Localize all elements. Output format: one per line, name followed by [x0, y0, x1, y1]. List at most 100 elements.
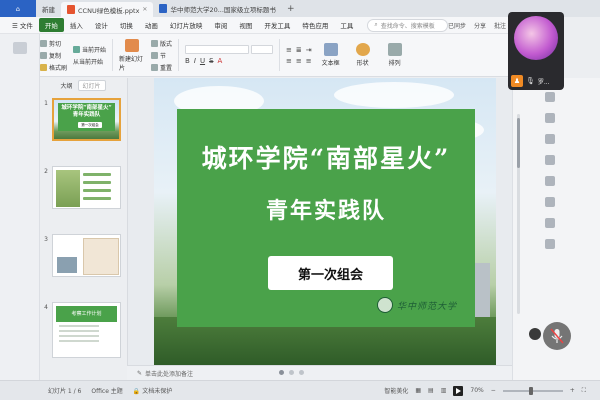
copy-button[interactable]: 复制 — [40, 51, 67, 60]
menu-home[interactable]: 开始 — [38, 18, 64, 32]
comment-button[interactable]: 批注 — [494, 21, 506, 30]
italic-icon[interactable]: I — [194, 57, 196, 65]
shape-effect-icon[interactable] — [545, 134, 555, 144]
play-from-start-button[interactable]: 从当前开始 — [73, 57, 106, 66]
font-family-select[interactable] — [185, 45, 250, 54]
current-slide[interactable]: 城环学院“南部星火” 青年实践队 第一次组会 华中师范大学 — [154, 78, 496, 365]
zoom-out-icon[interactable]: − — [491, 387, 496, 394]
command-search-placeholder: 查找命令、搜索模板 — [380, 22, 435, 30]
zoom-slider-knob[interactable] — [528, 386, 533, 395]
object-icon[interactable] — [545, 176, 555, 186]
microphone-icon[interactable]: 🎙 — [526, 77, 535, 85]
command-search-box[interactable]: ⌕ 查找命令、搜索模板 — [367, 18, 448, 32]
select-icon[interactable] — [545, 92, 555, 102]
section-button[interactable]: 节 — [151, 51, 172, 60]
tab-document-wps[interactable]: 华中师范大学20...国家级立项标题书 — [153, 0, 281, 17]
zoom-slider[interactable] — [502, 386, 563, 395]
floating-mic-button[interactable] — [543, 322, 571, 350]
settings-icon[interactable] — [545, 218, 555, 228]
tab-slides[interactable]: 幻灯片 — [77, 79, 106, 91]
numbering-icon[interactable]: ≣ — [296, 46, 302, 54]
align-center-icon[interactable]: ≡ — [296, 57, 302, 65]
slide-thumbnail-3[interactable] — [52, 234, 121, 277]
sorter-view-icon[interactable]: ▤ — [428, 387, 434, 394]
new-slide-button[interactable]: 新建幻灯片 — [119, 38, 145, 72]
slide-title-line1[interactable]: 城环学院“南部星火” — [177, 139, 475, 175]
menu-design[interactable]: 设计 — [89, 18, 114, 32]
layout-icon — [151, 39, 159, 47]
menu-tools[interactable]: 工具 — [334, 18, 359, 32]
share-button[interactable]: 分享 — [474, 21, 486, 30]
tab-outline[interactable]: 大纲 — [60, 81, 72, 90]
slide-thumbnail-2[interactable] — [52, 166, 121, 209]
panel-toggle-icon[interactable] — [12, 42, 27, 54]
slide-counter: 幻灯片 1 / 6 — [48, 388, 82, 395]
font-color-icon[interactable]: A — [218, 57, 223, 65]
close-tab-icon[interactable]: ✕ — [142, 6, 147, 13]
style-icon[interactable] — [545, 113, 555, 123]
menu-animation[interactable]: 动画 — [139, 18, 164, 32]
slide-title-line2[interactable]: 青年实践队 — [177, 193, 475, 225]
slide-thumbnail-row[interactable]: 2 — [40, 166, 126, 209]
slide-thumbnail-row[interactable]: 3 — [40, 234, 126, 277]
slide-thumbnails-panel: 大纲 幻灯片 1 城环学院“南部星火” 青年实践队 第一次组会 2 3 4 考察… — [40, 78, 126, 378]
normal-view-icon[interactable]: ▦ — [415, 387, 421, 394]
underline-icon[interactable]: U — [200, 57, 205, 65]
format-painter-button[interactable]: 格式刷 — [40, 63, 67, 72]
slide-subtitle-box[interactable]: 第一次组会 — [268, 256, 393, 290]
muted-mic-icon — [550, 328, 564, 344]
tab-new[interactable]: 新建 — [36, 0, 61, 17]
title-green-panel[interactable]: 城环学院“南部星火” 青年实践队 第一次组会 华中师范大学 — [177, 109, 475, 327]
scrollbar-thumb[interactable] — [517, 118, 520, 168]
bold-icon[interactable]: B — [185, 57, 190, 65]
home-tab[interactable]: ⌂ — [0, 0, 36, 17]
pager-dot[interactable] — [279, 370, 284, 375]
play-slideshow-icon[interactable] — [453, 385, 464, 396]
beautify-button[interactable]: 智能美化 — [384, 386, 408, 395]
layout-group: 版式 节 重置 — [151, 39, 172, 72]
arrange-button[interactable]: 排列 — [382, 43, 408, 67]
menu-insert[interactable]: 插入 — [64, 18, 89, 32]
fit-window-icon[interactable]: ⛶ — [582, 387, 586, 395]
indent-icon[interactable]: ⇥ — [306, 46, 312, 54]
table-icon[interactable] — [545, 197, 555, 207]
menu-view[interactable]: 视图 — [233, 18, 258, 32]
menu-right-actions: 已同步 分享 批注 — [448, 21, 512, 30]
menu-review[interactable]: 审阅 — [208, 18, 233, 32]
add-tab-button[interactable]: + — [282, 0, 300, 17]
play-from-current-button[interactable]: 当前开始 — [73, 45, 106, 54]
slide-thumbnail-4[interactable]: 考察工作计划 — [52, 302, 121, 358]
align-right-icon[interactable]: ≡ — [306, 57, 312, 65]
sync-status[interactable]: 已同步 — [448, 21, 466, 30]
reading-view-icon[interactable]: ▥ — [441, 387, 447, 394]
slide-thumbnail-row[interactable]: 1 城环学院“南部星火” 青年实践队 第一次组会 — [40, 98, 126, 141]
slide-thumbnail-1[interactable]: 城环学院“南部星火” 青年实践队 第一次组会 — [52, 98, 121, 141]
menu-features[interactable]: 特色应用 — [296, 18, 334, 32]
menu-file[interactable]: ☰ 文件 — [6, 18, 39, 32]
align-left-icon[interactable]: ≡ — [286, 57, 292, 65]
ppt-file-icon — [67, 5, 75, 14]
slideshow-group: 当前开始 从当前开始 — [73, 45, 106, 66]
layout-button[interactable]: 版式 — [151, 39, 172, 48]
host-badge-icon: ♟ — [511, 75, 523, 87]
reset-button[interactable]: 重置 — [151, 63, 172, 72]
zoom-in-icon[interactable]: + — [570, 387, 575, 394]
menu-developer[interactable]: 开发工具 — [258, 18, 296, 32]
shape-button[interactable]: 形状 — [350, 43, 376, 67]
notes-bar[interactable]: ✎ 单击此处添加备注 — [127, 365, 512, 380]
menu-slideshow[interactable]: 幻灯片放映 — [164, 18, 209, 32]
menu-transition[interactable]: 切换 — [114, 18, 139, 32]
slide-thumbnail-row[interactable]: 4 考察工作计划 — [40, 302, 126, 358]
animation-pane-icon[interactable] — [545, 155, 555, 165]
pager-dot[interactable] — [289, 370, 294, 375]
font-size-select[interactable] — [251, 45, 274, 54]
share-icon[interactable] — [545, 239, 555, 249]
textbox-button[interactable]: 文本框 — [318, 43, 344, 67]
pager-dot[interactable] — [299, 370, 304, 375]
bullets-icon[interactable]: ≡ — [286, 46, 292, 54]
video-call-window[interactable]: ♟ 🎙 罗... — [508, 12, 564, 90]
cut-button[interactable]: 剪切 — [40, 39, 67, 48]
strikethrough-icon[interactable]: S — [209, 57, 213, 65]
zoom-level[interactable]: 70% — [470, 387, 483, 394]
tab-document-ppt[interactable]: CCNU绿色模板.pptx ✕ — [61, 2, 154, 17]
